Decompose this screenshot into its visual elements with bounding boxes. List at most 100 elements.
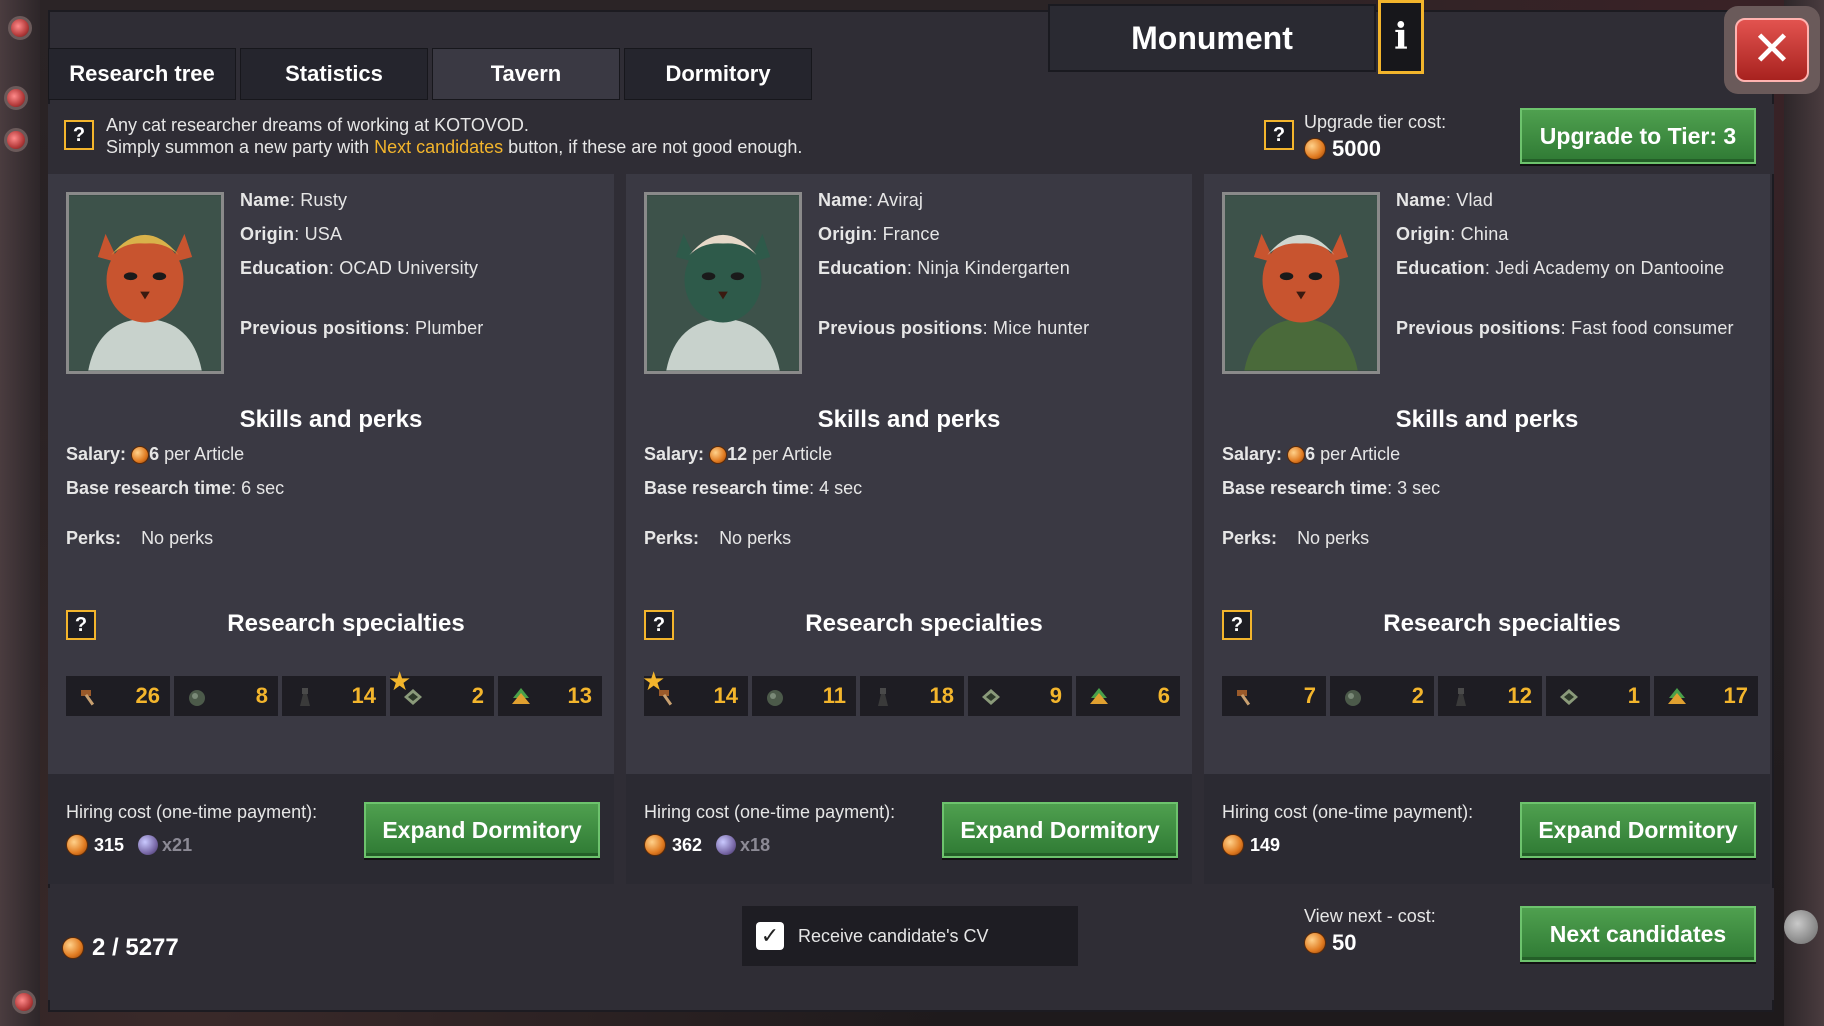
checkbox-checked-icon[interactable]: ✓ (756, 922, 784, 950)
specialties-title: Research specialties (1383, 610, 1621, 637)
coin-icon (62, 937, 84, 959)
salary-label: Salary: (644, 444, 705, 464)
specialty-value: 7 (1303, 683, 1316, 708)
specialty-value: 14 (351, 683, 376, 708)
next-cost-value: 50 (1332, 930, 1357, 955)
close-button[interactable]: ✕ (1724, 6, 1820, 94)
salary: Salary: 6 per Article (66, 444, 244, 465)
intro-line-2: Simply summon a new party with Next cand… (106, 136, 802, 158)
scroll-knob[interactable] (1784, 910, 1818, 944)
hiring-cost: 315 x21 (66, 834, 192, 856)
info-button[interactable]: i (1378, 0, 1424, 74)
perks: Perks: No perks (644, 528, 791, 549)
specialties-title: Research specialties (227, 610, 465, 637)
education-value: OCAD University (339, 258, 479, 278)
expand-dormitory-button[interactable]: Expand Dormitory (942, 802, 1178, 858)
hiring-cost: 362 x18 (644, 834, 770, 856)
tab-tavern[interactable]: Tavern (432, 48, 620, 100)
expand-dormitory-button[interactable]: Expand Dormitory (364, 802, 600, 858)
previous-value: Fast food consumer (1571, 318, 1734, 338)
origin-value: USA (304, 224, 343, 244)
education-value: Jedi Academy on Dantooine (1495, 258, 1725, 278)
next-cost-label: View next - cost: (1304, 906, 1436, 926)
tab-dormitory[interactable]: Dormitory (624, 48, 812, 100)
window-title: Monument (1048, 4, 1376, 72)
salary-label: Salary: (1222, 444, 1283, 464)
specialty-value: 14 (713, 683, 738, 708)
info-bar: ? Any cat researcher dreams of working a… (48, 104, 1774, 174)
candidate-education: Education: OCAD University (240, 258, 479, 278)
intro-line-1: Any cat researcher dreams of working at … (106, 115, 529, 135)
upgrade-tier-button[interactable]: Upgrade to Tier: 3 (1520, 108, 1756, 164)
specialty-slot: 12 (1438, 676, 1542, 716)
expand-dormitory-button[interactable]: Expand Dormitory (1520, 802, 1756, 858)
gem-icon (138, 835, 159, 855)
cat-portrait (1222, 192, 1380, 374)
hiring-cost-value: 315 (94, 834, 125, 855)
candidate-previous: Previous positions: Plumber (240, 318, 484, 338)
tab-statistics[interactable]: Statistics (240, 48, 428, 100)
hiring-cost: 149 (1222, 834, 1280, 856)
specialty-slot: ★ 2 (388, 668, 494, 716)
gem-cost: x21 (138, 835, 192, 856)
specialty-slot: 26 (66, 676, 170, 716)
coin-icon (1222, 834, 1244, 856)
next-candidates-button[interactable]: Next candidates (1520, 906, 1756, 962)
specialty-slot: 8 (174, 676, 278, 716)
hiring-cost-label: Hiring cost (one-time payment): (66, 802, 318, 822)
coin-icon (1304, 932, 1326, 954)
lamp-icon (12, 990, 36, 1014)
candidate-name: Name: Aviraj (818, 190, 924, 210)
tab-research-tree[interactable]: Research tree (48, 48, 236, 100)
upgrade-cost-value: 5000 (1332, 136, 1381, 161)
candidate-card: Name: Vlad Origin: China Education: Jedi… (1204, 174, 1770, 884)
coin-icon (1304, 138, 1326, 160)
previous-label: Previous positions (240, 318, 405, 338)
previous-label: Previous positions (818, 318, 983, 338)
gem-cost-value: x21 (162, 834, 193, 855)
salary-unit: per Article (164, 444, 245, 464)
candidate-info: Name: Aviraj Origin: France Education: N… (626, 174, 1192, 774)
help-button[interactable]: ? (64, 120, 94, 150)
origin-value: France (882, 224, 940, 244)
name-value: Rusty (300, 190, 348, 210)
candidate-name: Name: Vlad (1396, 190, 1494, 210)
specialty-slot: 6 (1076, 676, 1180, 716)
education-label: Education (818, 258, 907, 278)
salary-value: 6 (149, 444, 160, 464)
intro-line-2-pre: Simply summon a new party with (106, 137, 375, 157)
salary-unit: per Article (1320, 444, 1401, 464)
upgrade-cost: 5000 (1304, 136, 1381, 162)
right-rail (1784, 0, 1824, 1026)
origin-label: Origin (1396, 224, 1451, 244)
education-value: Ninja Kindergarten (917, 258, 1070, 278)
specialty-value: 8 (255, 683, 268, 708)
specialty-value: 17 (1723, 683, 1748, 708)
origin-label: Origin (818, 224, 873, 244)
specialty-value: 12 (1507, 683, 1532, 708)
salary: Salary: 12 per Article (644, 444, 832, 465)
gem-cost: x18 (716, 835, 770, 856)
coin-icon (1287, 446, 1306, 465)
base-research-time: Base research time: 6 sec (66, 478, 285, 498)
funds-value: 2 / 5277 (92, 934, 179, 961)
perks: Perks: No perks (66, 528, 213, 549)
receive-cv-toggle[interactable]: ✓ Receive candidate's CV (742, 906, 1078, 966)
education-label: Education (1396, 258, 1485, 278)
tab-bar: Research tree Statistics Tavern Dormitor… (48, 48, 812, 100)
skills-title: Skills and perks (239, 406, 423, 433)
specialties-title: Research specialties (805, 610, 1043, 637)
perks-label: Perks: (66, 528, 122, 548)
candidate-info: Name: Rusty Origin: USA Education: OCAD … (48, 174, 614, 774)
hiring-cost-label: Hiring cost (one-time payment): (644, 802, 896, 822)
specialty-value: 2 (471, 683, 484, 708)
lamp-icon (4, 86, 28, 110)
salary-unit: per Article (752, 444, 833, 464)
gem-icon (716, 835, 737, 855)
perks-value: No perks (719, 528, 792, 548)
candidate-name: Name: Rusty (240, 190, 348, 210)
candidate-info: Name: Vlad Origin: China Education: Jedi… (1204, 174, 1770, 774)
cat-portrait (66, 192, 224, 374)
next-candidates-link: Next candidates (374, 137, 504, 157)
upgrade-help-button[interactable]: ? (1264, 120, 1294, 150)
